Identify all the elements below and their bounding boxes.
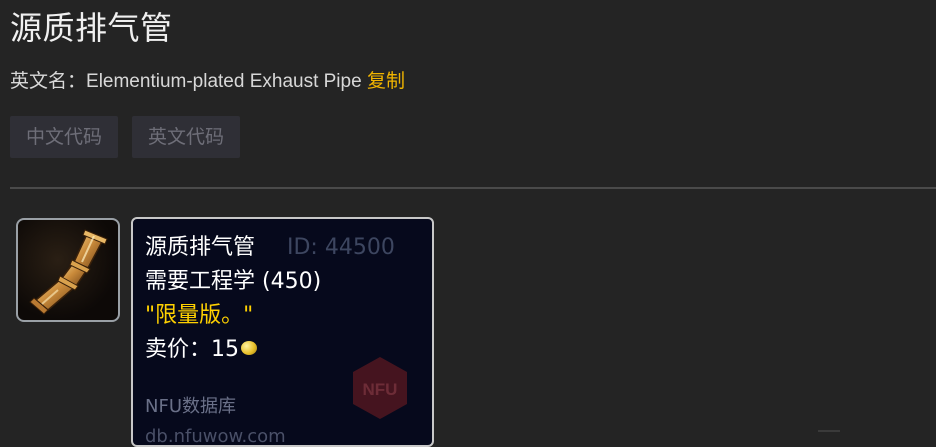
exhaust-pipe-graphic <box>29 229 108 315</box>
tooltip-flavor-text: "限量版。" <box>145 303 254 328</box>
gold-coin-icon <box>241 341 258 355</box>
english-name-line: 英文名：Elementium-plated Exhaust Pipe 复制 <box>10 68 405 95</box>
copy-button[interactable]: 复制 <box>367 70 405 92</box>
sell-price-label: 卖价： <box>145 337 212 362</box>
page-title: 源质排气管 <box>10 9 173 47</box>
tooltip-item-id: ID: 44500 <box>287 235 395 260</box>
svg-text:NFU: NFU <box>363 380 398 399</box>
sell-price-value: 15 <box>211 337 240 362</box>
exhaust-pipe-icon[interactable] <box>16 218 120 322</box>
english-name-label: 英文名： <box>10 71 87 92</box>
nfu-watermark-logo: NFU <box>353 357 407 419</box>
english-name-value: Elementium-plated Exhaust Pipe <box>86 71 362 92</box>
tooltip-site-label: NFU数据库 <box>145 396 236 417</box>
tooltip-item-name: 源质排气管 <box>145 235 256 260</box>
tooltip-requirement: 需要工程学 (450) <box>145 269 322 294</box>
tooltip-sell-price: 卖价：15 <box>145 335 258 365</box>
chinese-code-button[interactable]: 中文代码 <box>10 116 118 158</box>
divider <box>10 187 936 189</box>
tooltip-site-url: db.nfuwow.com <box>145 426 286 447</box>
item-tooltip: 源质排气管 ID: 44500 需要工程学 (450) "限量版。" 卖价：15… <box>131 217 434 447</box>
english-code-button[interactable]: 英文代码 <box>132 116 240 158</box>
divider-fragment <box>818 430 840 432</box>
